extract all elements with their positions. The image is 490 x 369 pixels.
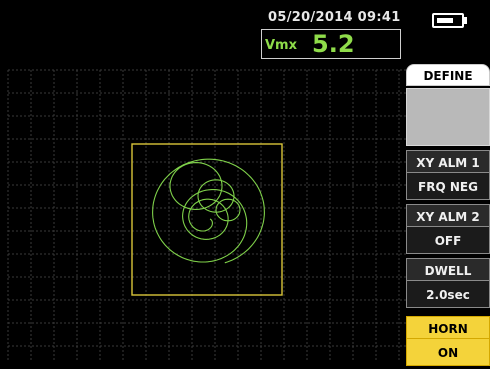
vmx-label: Vmx	[265, 38, 297, 53]
battery-icon	[432, 13, 464, 28]
menu-dwell-button[interactable]: DWELL	[406, 258, 490, 282]
xy-alm1-value: FRQ NEG	[418, 180, 478, 194]
xy-alm2-value: OFF	[434, 234, 462, 248]
menu-empty-slot[interactable]	[406, 88, 490, 146]
menu-define-tab[interactable]: DEFINE	[406, 64, 490, 86]
dwell-value: 2.0sec	[426, 288, 470, 302]
battery-level-fill	[437, 18, 453, 23]
instrument-screen: 05/20/2014 09:41 Vmx 5.2 DEFINE XY ALM 1…	[0, 0, 490, 369]
menu-xy-alm2-value[interactable]: OFF	[406, 226, 490, 254]
battery-tip	[464, 17, 467, 24]
display-grid	[7, 69, 406, 360]
menu-define-label: DEFINE	[423, 69, 473, 83]
date-time: 05/20/2014 09:41	[268, 10, 401, 25]
vmx-value: 5.2	[312, 30, 355, 58]
xy-alarm-box	[131, 143, 283, 296]
menu-xy-alm1-value[interactable]: FRQ NEG	[406, 172, 490, 200]
horn-value: ON	[437, 346, 459, 360]
function-menu: DEFINE XY ALM 1 FRQ NEG XY ALM 2 OFF DWE…	[406, 64, 490, 369]
menu-horn-value[interactable]: ON	[406, 338, 490, 366]
menu-xy-alm1-button[interactable]: XY ALM 1	[406, 150, 490, 174]
menu-xy-alm2-button[interactable]: XY ALM 2	[406, 204, 490, 228]
menu-horn-button[interactable]: HORN	[406, 316, 490, 340]
menu-dwell-value[interactable]: 2.0sec	[406, 280, 490, 308]
